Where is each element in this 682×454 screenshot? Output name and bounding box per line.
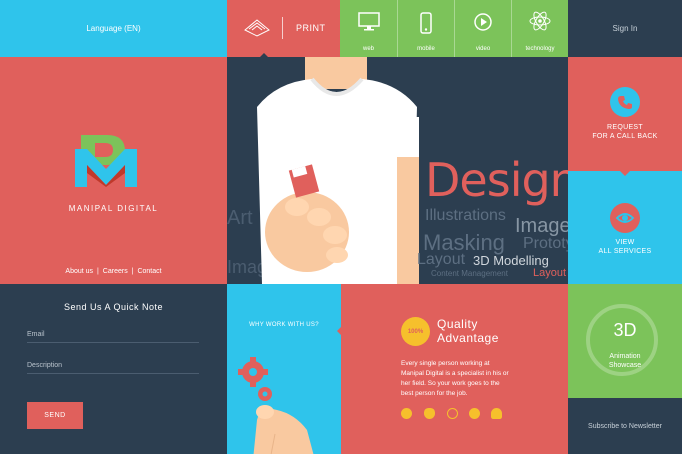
- sign-in-tile[interactable]: Sign In: [568, 0, 682, 57]
- nav-technology[interactable]: technology: [511, 0, 568, 57]
- hero-word-design: Design: [425, 153, 568, 207]
- people-icon: [491, 408, 502, 419]
- hero-word-layout-right: Layout: [533, 267, 567, 279]
- why-label: WHY WORK WITH US?: [249, 322, 319, 328]
- nav-mobile-label: mobile: [417, 46, 435, 52]
- atom-icon: [529, 11, 551, 31]
- subscribe-link[interactable]: Subscribe to Newsletter: [588, 423, 662, 430]
- nav-bar: web mobile video technology: [340, 0, 568, 57]
- hero-word-prototy: Prototy: [523, 235, 568, 252]
- language-tile[interactable]: Language (EN): [0, 0, 227, 57]
- description-field[interactable]: [27, 373, 199, 374]
- subscribe-tile[interactable]: Subscribe to Newsletter: [568, 398, 682, 454]
- link-separator: |: [97, 268, 99, 275]
- showcase-tile[interactable]: 3D Animation Showcase: [568, 284, 682, 398]
- gears-icon: [469, 408, 480, 419]
- phone-icon: [420, 12, 432, 34]
- description-label: Description: [27, 362, 63, 369]
- quality-body: Every single person working at Manipal D…: [401, 360, 509, 397]
- sign-in-link[interactable]: Sign In: [613, 24, 638, 33]
- quality-tile: 100% Quality Advantage Every single pers…: [341, 284, 568, 454]
- play-icon: [474, 13, 492, 31]
- about-us-link[interactable]: About us: [65, 268, 93, 275]
- manipal-logo: [73, 129, 139, 194]
- gear-icon: [238, 357, 268, 387]
- services-pointer: [620, 171, 630, 176]
- hero-word-3d-modelling: 3D Modelling: [473, 253, 549, 268]
- print-logo-icon: [243, 18, 271, 43]
- hero-tile: Art Image Design Illustrations Images Ma…: [227, 57, 568, 284]
- eye-icon: [610, 203, 640, 233]
- why-tile[interactable]: WHY WORK WITH US?: [227, 284, 341, 454]
- gear-hand-illustration: [238, 357, 314, 454]
- showcase-label: Animation Showcase: [608, 353, 642, 369]
- send-button[interactable]: SEND: [27, 402, 83, 429]
- print-label: PRINT: [296, 23, 326, 33]
- hero-word-illustrations: Illustrations: [425, 207, 506, 224]
- brand-links: About us | Careers | Contact: [0, 268, 227, 275]
- email-label: Email: [27, 331, 45, 338]
- services-label: VIEW ALL SERVICES: [598, 239, 652, 255]
- quality-icons: [401, 408, 511, 420]
- quality-badge-label: 100%: [407, 328, 424, 335]
- print-divider: [282, 17, 283, 39]
- brand-tile: MANIPAL DIGITAL About us | Careers | Con…: [0, 57, 227, 284]
- piggy-bank-icon: [424, 408, 435, 419]
- callback-label: REQUEST FOR A CALL BACK: [592, 124, 658, 140]
- callback-tile[interactable]: REQUEST FOR A CALL BACK: [568, 57, 682, 171]
- nav-technology-label: technology: [525, 46, 555, 52]
- showcase-3d: 3D: [613, 320, 637, 340]
- nav-mobile[interactable]: mobile: [397, 0, 454, 57]
- nav-video[interactable]: video: [454, 0, 511, 57]
- hero-word-content-management: Content Management: [431, 269, 508, 278]
- print-tile[interactable]: PRINT: [227, 0, 340, 57]
- monitor-icon: [357, 12, 380, 31]
- contact-form: Send Us A Quick Note Email Description S…: [0, 284, 227, 454]
- quality-title: Quality Advantage: [437, 317, 499, 345]
- phone-call-icon: [610, 87, 640, 117]
- contact-link[interactable]: Contact: [137, 268, 161, 275]
- email-field[interactable]: [27, 342, 199, 343]
- language-selector[interactable]: Language (EN): [86, 24, 140, 33]
- careers-link[interactable]: Careers: [103, 268, 128, 275]
- quality-badge: 100%: [401, 317, 430, 346]
- hero-word-layout: Layout: [417, 251, 466, 268]
- services-tile[interactable]: VIEW ALL SERVICES: [568, 171, 682, 284]
- send-label: SEND: [44, 412, 66, 419]
- nav-video-label: video: [475, 46, 491, 52]
- nav-web-label: web: [362, 46, 374, 52]
- clock-icon: [447, 408, 458, 419]
- nav-web[interactable]: web: [340, 0, 397, 57]
- minus-icon: [401, 408, 412, 419]
- brand-name: MANIPAL DIGITAL: [68, 204, 159, 213]
- contact-title: Send Us A Quick Note: [63, 302, 164, 312]
- link-separator: |: [131, 268, 134, 275]
